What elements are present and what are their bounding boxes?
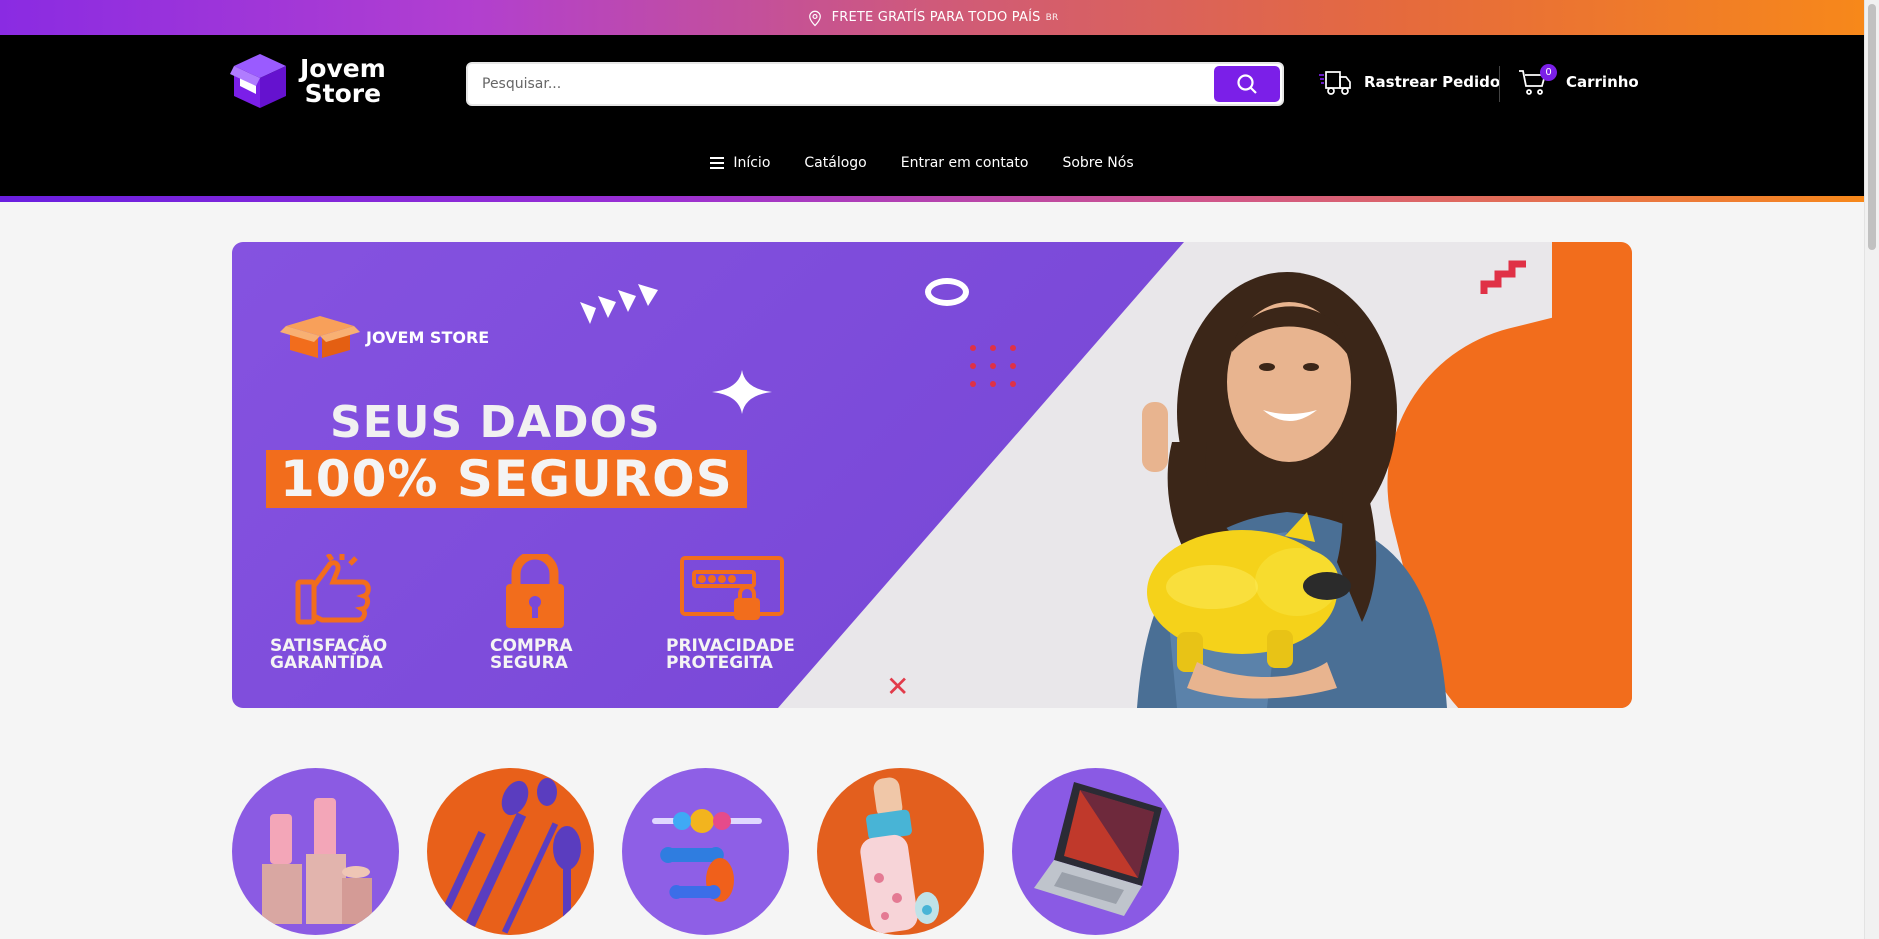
header-divider <box>1499 66 1500 102</box>
announcement-bar: FRETE GRATÍS PARA TODO PAÍS BR <box>0 0 1864 35</box>
cart-icon-wrap: 0 <box>1518 64 1557 96</box>
category-beauty[interactable] <box>232 768 399 935</box>
decor-x: ✕ <box>886 670 910 703</box>
baby-bottle-icon <box>817 768 984 935</box>
nav-item-contato[interactable]: Entrar em contato <box>901 155 1029 171</box>
search-icon <box>1237 74 1257 94</box>
pet-toys-icon <box>622 768 789 935</box>
search-button[interactable] <box>1214 66 1280 102</box>
banner-headline-2: 100% SEGUROS <box>266 450 747 508</box>
announcement-flag: BR <box>1045 12 1059 23</box>
cart-link[interactable]: 0 Carrinho <box>1518 64 1639 96</box>
store-logo[interactable]: Jovem Store <box>230 52 386 110</box>
category-electronics[interactable] <box>1012 768 1179 935</box>
hero-banner[interactable]: ✕ JOVEM STORE SEUS DADOS 100% SEGUROS SA… <box>232 242 1632 708</box>
cart-label: Carrinho <box>1566 73 1639 91</box>
announcement-text: FRETE GRATÍS PARA TODO PAÍS <box>831 10 1041 25</box>
hamburger-menu-icon <box>710 157 725 169</box>
track-order-link[interactable]: Rastrear Pedido <box>1318 66 1500 98</box>
laptop-icon <box>1012 768 1179 935</box>
feature-line2: PROTEGITA <box>666 653 773 673</box>
feature-secure-purchase: COMPRA SEGURA <box>490 554 580 672</box>
nav-item-label: Catálogo <box>804 155 867 171</box>
feature-privacy: PRIVACIDADE PROTEGITA <box>666 554 795 672</box>
scrollbar-thumb[interactable] <box>1868 4 1876 250</box>
logo-text: Jovem Store <box>300 56 386 106</box>
padlock-icon <box>506 554 564 628</box>
cosmetics-icon <box>232 768 399 935</box>
nav-item-catalogo[interactable]: Catálogo <box>804 155 866 171</box>
page: FRETE GRATÍS PARA TODO PAÍS BR Jovem Sto… <box>0 0 1879 939</box>
utensils-icon <box>427 768 594 935</box>
box-icon <box>280 316 360 358</box>
logo-line2: Store <box>304 79 382 108</box>
decor-ring <box>925 278 969 306</box>
nav-item-label: Sobre Nós <box>1062 155 1134 171</box>
feature-line2: GARANTIDA <box>270 653 383 673</box>
thumbs-up-icon <box>295 554 371 625</box>
logo-line1: Jovem <box>300 54 386 83</box>
decor-chevrons <box>580 284 658 324</box>
category-kitchen[interactable] <box>427 768 594 935</box>
location-pin-icon <box>808 10 821 26</box>
delivery-truck-icon <box>1319 71 1351 95</box>
banner-brand-text: JOVEM STORE <box>366 327 490 347</box>
nav-item-inicio[interactable]: Início <box>710 155 770 171</box>
category-baby[interactable] <box>817 768 984 935</box>
track-order-label: Rastrear Pedido <box>1364 73 1501 91</box>
nav-item-label: Início <box>733 155 771 171</box>
nav-item-label: Entrar em contato <box>900 155 1029 171</box>
category-list <box>232 768 1207 935</box>
header-accent-stripe <box>0 196 1864 202</box>
decor-dots <box>970 345 1016 387</box>
search-bar <box>466 62 1284 106</box>
cart-count-badge: 0 <box>1540 64 1557 81</box>
woman-with-piggy-bank-image <box>1137 272 1447 708</box>
feature-satisfaction: SATISFAÇÃO GARANTIDA <box>270 554 387 672</box>
feature-line2: SEGURA <box>490 653 568 673</box>
box-icon <box>230 54 286 108</box>
banner-brand: JOVEM STORE <box>280 314 489 360</box>
banner-headline-1: SEUS DADOS <box>330 397 661 448</box>
category-pets[interactable] <box>622 768 789 935</box>
secure-screen-icon <box>680 556 784 620</box>
page-scrollbar[interactable] <box>1864 0 1879 939</box>
decor-zigzag <box>1480 260 1526 294</box>
main-nav: Início Catálogo Entrar em contato Sobre … <box>0 155 1864 171</box>
decor-sparkle <box>712 370 772 414</box>
search-input[interactable] <box>482 72 1182 96</box>
nav-item-sobre[interactable]: Sobre Nós <box>1062 155 1133 171</box>
